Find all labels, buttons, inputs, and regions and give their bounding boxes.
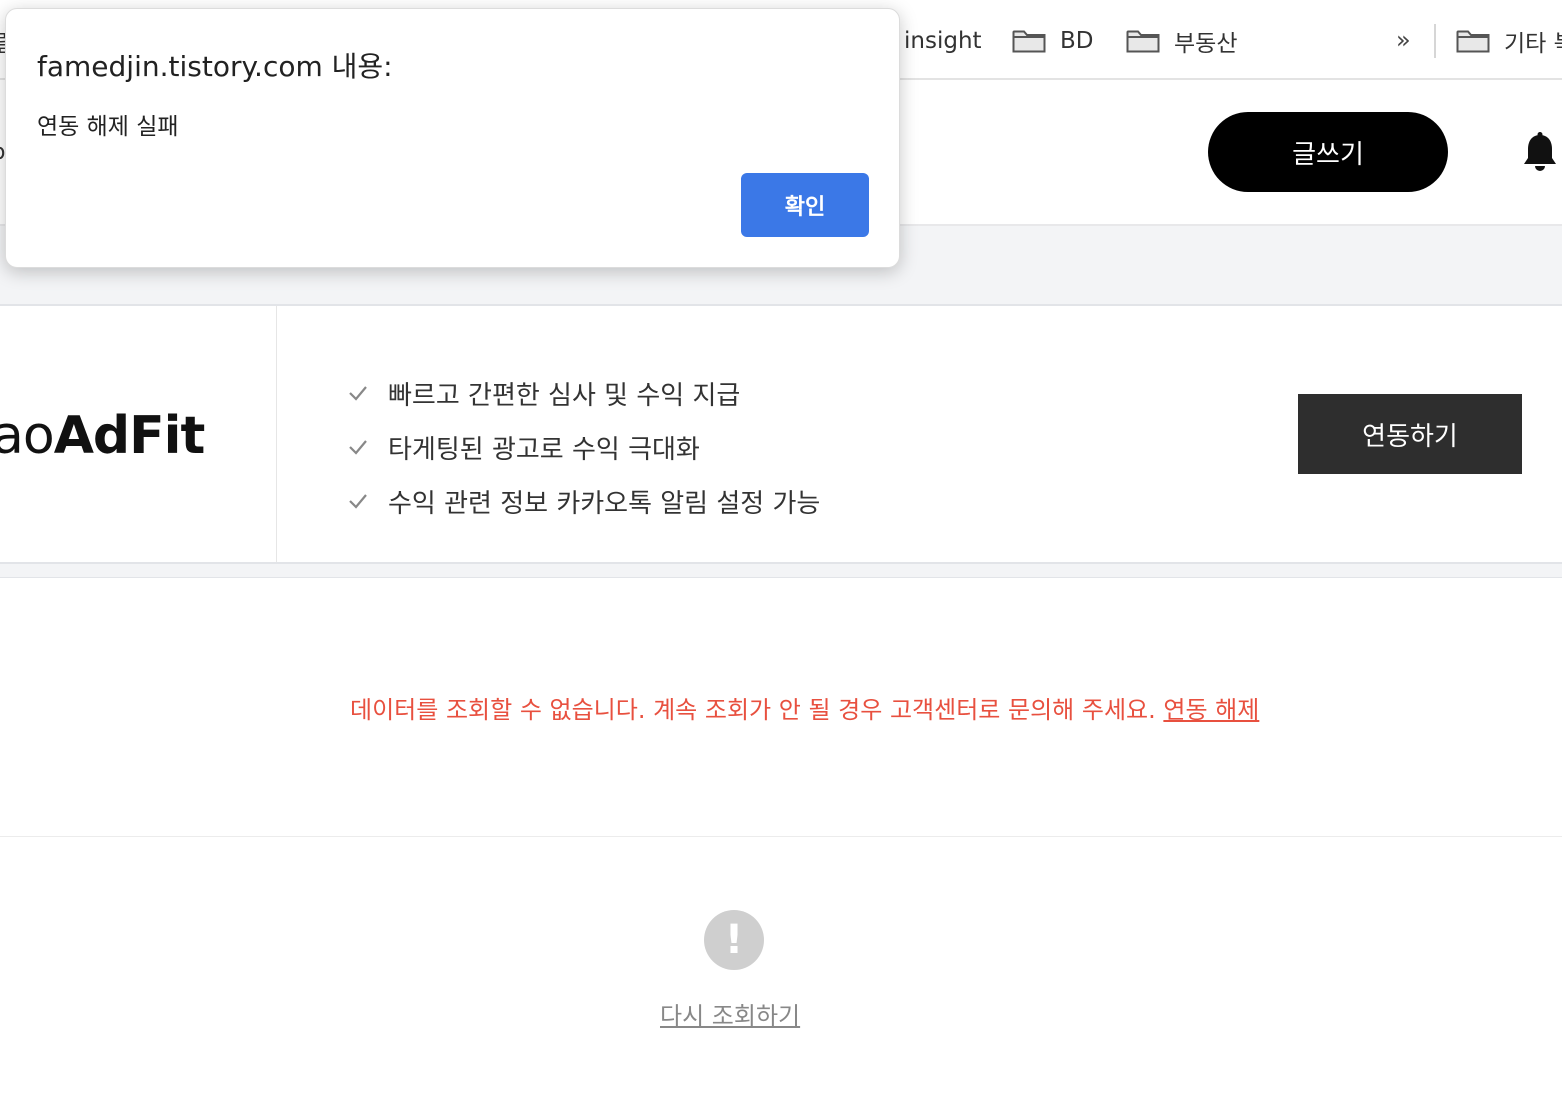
adfit-card: aoAdFit 빠르고 간편한 심사 및 수익 지급 타게팅된 광고로 수익 극…	[0, 306, 1562, 564]
folder-icon	[1012, 28, 1046, 54]
bookmark-insight-label: insight	[904, 28, 982, 54]
retry-link[interactable]: 다시 조회하기	[660, 996, 800, 1031]
adfit-link-button[interactable]: 연동하기	[1298, 394, 1522, 474]
check-icon	[349, 440, 367, 455]
dialog-ok-button[interactable]: 확인	[741, 173, 869, 237]
adfit-logo: aoAdFit	[0, 406, 206, 466]
alert-dialog: famedjin.tistory.com 내용: 연동 해제 실패 확인	[5, 8, 900, 268]
bookmark-bd-label: BD	[1060, 28, 1094, 54]
check-icon	[349, 494, 367, 509]
check-icon	[349, 386, 367, 401]
list-item: 수익 관련 정보 카카오톡 알림 설정 가능	[348, 474, 820, 528]
bookmark-other-label: 기타 북	[1504, 31, 1562, 57]
error-text: 데이터를 조회할 수 없습니다. 계속 조회가 안 될 경우 고객센터로 문의해…	[350, 696, 1156, 724]
dialog-title: famedjin.tistory.com 내용:	[37, 50, 393, 83]
folder-icon	[1456, 28, 1490, 54]
adfit-logo-bold: AdFit	[53, 406, 206, 466]
folder-icon	[1126, 28, 1160, 54]
bookmark-folder-bd[interactable]: BD	[1012, 26, 1094, 56]
bookmarks-overflow-button[interactable]: »	[1396, 26, 1411, 54]
list-item: 빠르고 간편한 심사 및 수익 지급	[348, 366, 820, 420]
adfit-logo-cell: aoAdFit	[0, 306, 277, 562]
list-item: 타게팅된 광고로 수익 극대화	[348, 420, 820, 474]
feature-text: 타게팅된 광고로 수익 극대화	[388, 434, 700, 465]
feature-text: 수익 관련 정보 카카오톡 알림 설정 가능	[388, 488, 821, 519]
alert-icon: !	[704, 910, 764, 970]
bookmarks-separator	[1434, 24, 1436, 58]
adfit-logo-light: ao	[0, 406, 55, 466]
bookmark-realestate-label: 부동산	[1174, 31, 1238, 57]
bookmark-folder-realestate[interactable]: 부동산	[1126, 26, 1238, 57]
feature-text: 빠르고 간편한 심사 및 수익 지급	[388, 380, 741, 411]
section-spacer	[0, 564, 1562, 578]
adfit-feature-list: 빠르고 간편한 심사 및 수익 지급 타게팅된 광고로 수익 극대화 수익 관련…	[348, 366, 820, 528]
error-message: 데이터를 조회할 수 없습니다. 계속 조회가 안 될 경우 고객센터로 문의해…	[350, 690, 1259, 725]
bell-icon[interactable]	[1520, 132, 1560, 174]
divider	[0, 836, 1562, 837]
dialog-message: 연동 해제 실패	[37, 114, 179, 140]
bookmark-folder-other[interactable]: 기타 북	[1456, 26, 1562, 57]
write-post-button[interactable]: 글쓰기	[1208, 112, 1448, 192]
unlink-link[interactable]: 연동 해제	[1163, 696, 1259, 724]
bookmark-insight[interactable]: insight	[904, 26, 982, 56]
